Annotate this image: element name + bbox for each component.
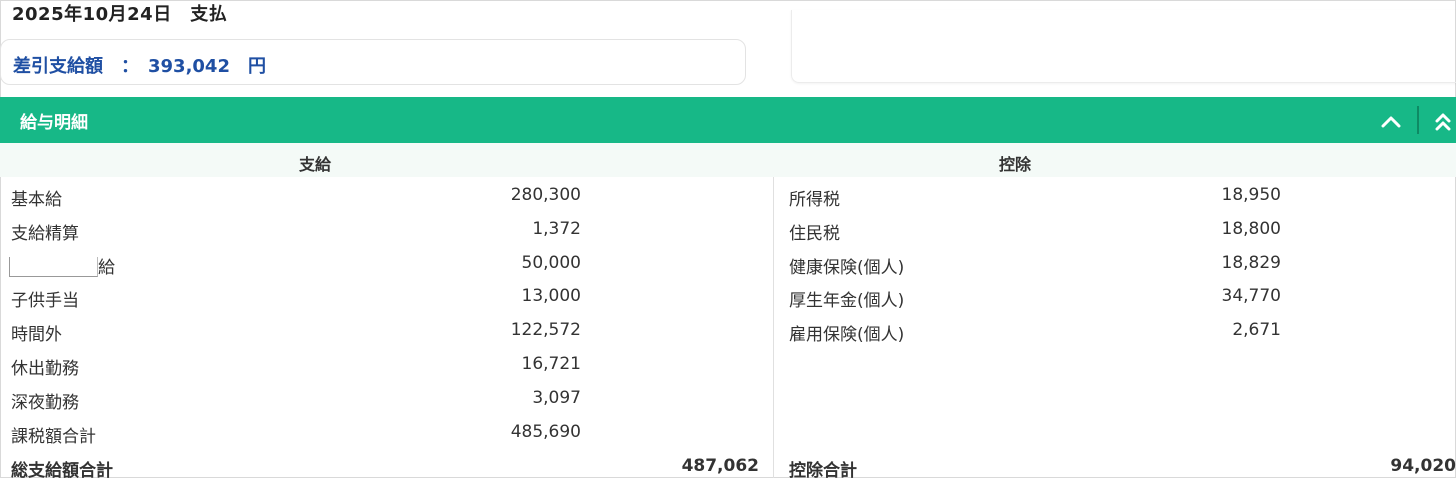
- payment-label: 休出勤務: [11, 359, 79, 379]
- column-header-bar: 支給 控除: [0, 143, 1456, 177]
- payments-column-header: 支給: [299, 155, 332, 174]
- payment-label: 子供手当: [11, 291, 79, 311]
- payment-value: 1,372: [532, 219, 581, 239]
- collapse-button[interactable]: [1372, 105, 1410, 137]
- payment-label: 時間外: [11, 325, 62, 345]
- payment-value: 122,572: [510, 320, 581, 340]
- net-pay-box: 差引支給額 ： 393,042 円: [0, 39, 746, 85]
- deduction-label: 雇用保険(個人): [789, 325, 905, 345]
- payment-label-redacted: 給: [9, 253, 115, 278]
- payment-label: 支給精算: [11, 224, 79, 244]
- net-pay-amount: 差引支給額 ： 393,042 円: [13, 56, 266, 77]
- deduction-label: 厚生年金(個人): [789, 291, 905, 311]
- payments-total-value: 487,062: [681, 456, 759, 476]
- payment-value: 3,097: [532, 388, 581, 408]
- payment-label-suffix: 給: [98, 258, 115, 278]
- deductions-total-label: 控除合計: [789, 461, 857, 481]
- payments-total-label: 総支給額合計: [11, 461, 113, 481]
- column-divider: [773, 177, 774, 478]
- summary-panel-right: [791, 10, 1456, 83]
- payment-value: 50,000: [521, 253, 581, 273]
- payment-label: 基本給: [11, 190, 62, 210]
- header-button-divider: [1417, 106, 1419, 134]
- deduction-label: 健康保険(個人): [789, 258, 905, 278]
- payslip-section-header: 給与明細: [0, 97, 1456, 143]
- chevron-up-icon: [1381, 116, 1401, 128]
- payment-value: 485,690: [510, 422, 581, 442]
- payment-value: 13,000: [521, 286, 581, 306]
- deduction-value: 2,671: [1232, 320, 1281, 340]
- double-chevron-up-icon: [1435, 113, 1451, 131]
- deduction-label: 所得税: [789, 190, 840, 210]
- payment-label: 深夜勤務: [11, 393, 79, 413]
- deductions-total-value: 94,020: [1390, 456, 1456, 476]
- payment-value: 16,721: [521, 354, 581, 374]
- payment-date-title: 2025年10月24日 支払: [12, 4, 228, 25]
- deduction-value: 18,829: [1221, 253, 1281, 273]
- section-title: 給与明細: [20, 113, 88, 133]
- deductions-column-header: 控除: [999, 155, 1032, 174]
- deduction-value: 34,770: [1221, 286, 1281, 306]
- collapse-all-button[interactable]: [1428, 105, 1456, 137]
- payment-value: 280,300: [510, 185, 581, 205]
- deduction-value: 18,800: [1221, 219, 1281, 239]
- deduction-value: 18,950: [1221, 185, 1281, 205]
- deduction-label: 住民税: [789, 224, 840, 244]
- payment-label: 課税額合計: [11, 427, 96, 447]
- redacted-field: [9, 257, 98, 277]
